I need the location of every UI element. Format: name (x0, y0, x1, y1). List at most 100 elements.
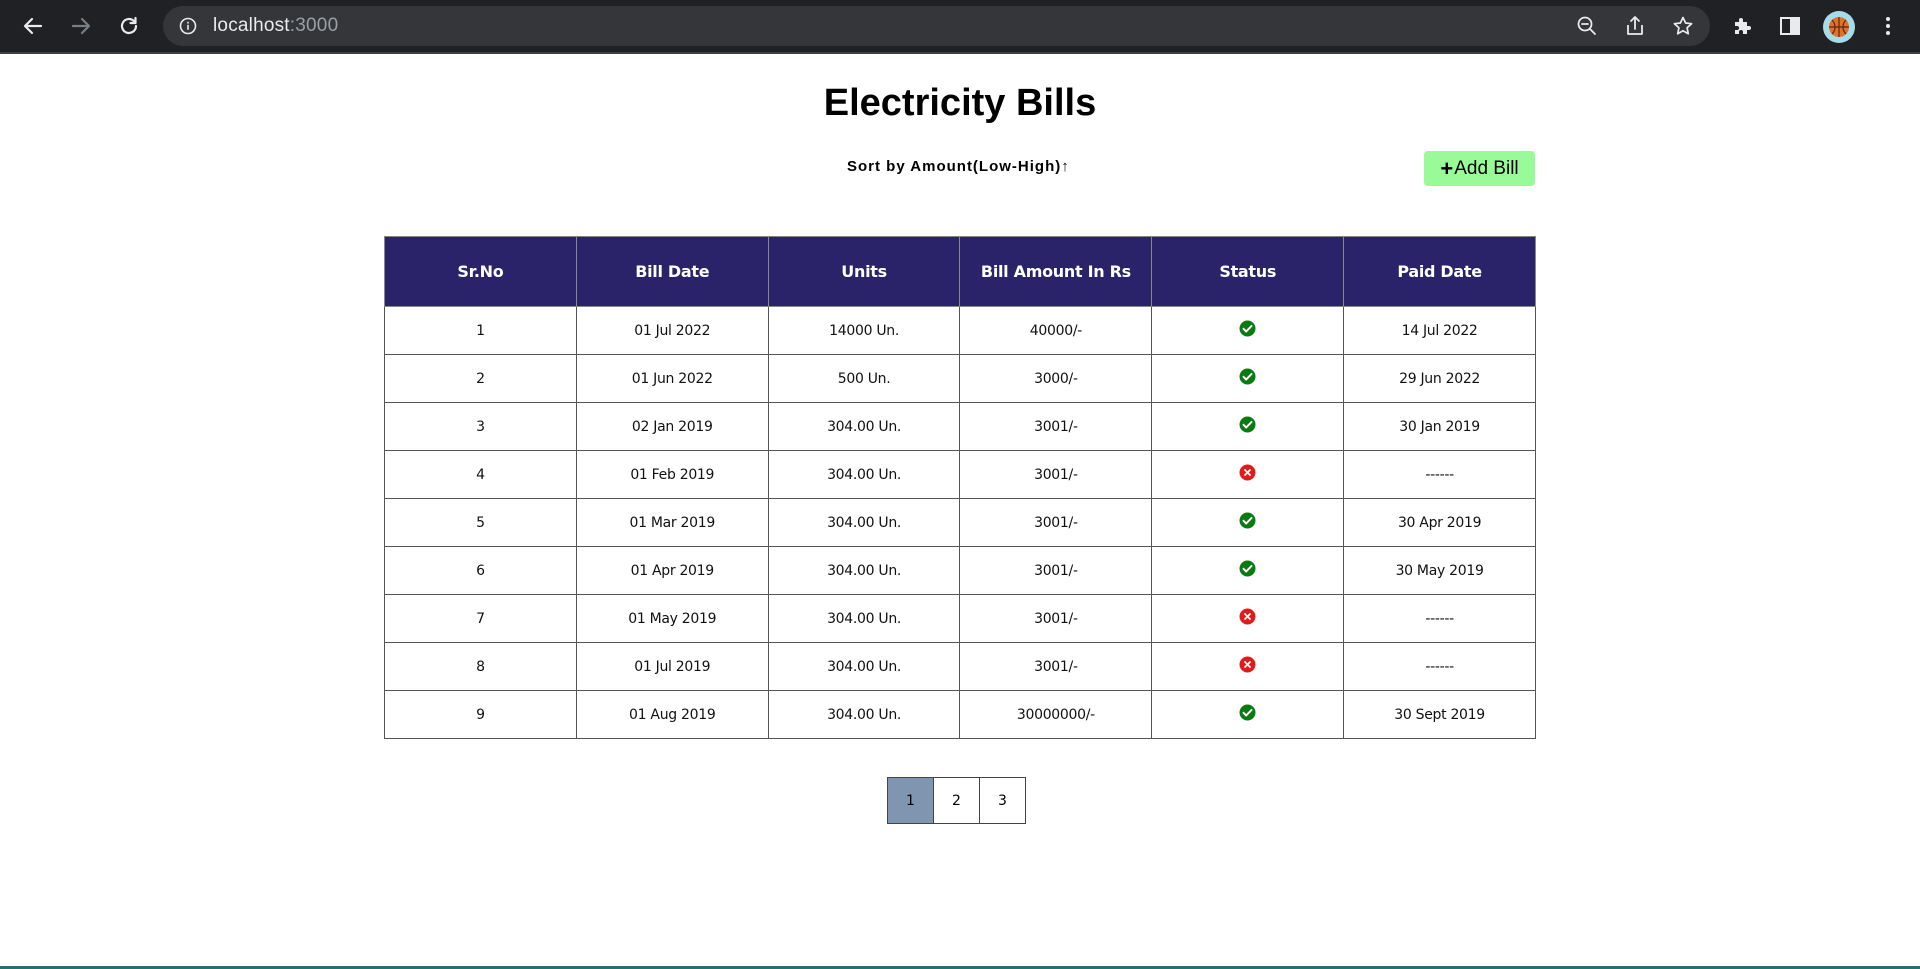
cell-bill-amount: 3001/- (959, 498, 1153, 547)
zoom-button[interactable] (1576, 15, 1598, 37)
share-button[interactable] (1624, 15, 1646, 37)
cell-units: 304.00 Un. (767, 642, 961, 691)
page-button-2[interactable]: 2 (933, 777, 980, 824)
cell-bill-amount: 30000000/- (959, 690, 1153, 739)
cell-paid-date: 30 Jan 2019 (1343, 402, 1536, 451)
table-row: 8 01 Jul 2019 304.00 Un. 3001/- ------ (384, 642, 1536, 691)
cell-bill-date: 01 May 2019 (575, 594, 769, 643)
cell-bill-amount: 3000/- (959, 354, 1153, 403)
check-circle-icon (1239, 560, 1256, 577)
arrow-left-icon (23, 17, 43, 35)
share-icon (1627, 16, 1643, 35)
cell-sr-no: 5 (384, 498, 577, 547)
cell-bill-amount: 3001/- (959, 594, 1153, 643)
bookmark-button[interactable] (1672, 15, 1694, 37)
table-row: 2 01 Jun 2022 500 Un. 3000/- 29 Jun 2022 (384, 354, 1536, 403)
cell-sr-no: 1 (384, 306, 577, 355)
check-circle-icon (1239, 368, 1256, 385)
profile-avatar[interactable] (1823, 11, 1855, 43)
header-bill-amount: Bill Amount In Rs (959, 236, 1153, 307)
cell-sr-no: 7 (384, 594, 577, 643)
more-vert-icon (1886, 17, 1890, 35)
side-panel-button[interactable] (1776, 12, 1804, 40)
check-circle-icon (1239, 416, 1256, 433)
extensions-button[interactable] (1729, 12, 1757, 40)
zoom-out-icon (1577, 16, 1596, 35)
page-button-1[interactable]: 1 (887, 777, 934, 824)
pagination: 123 (887, 777, 1026, 824)
puzzle-icon (1735, 18, 1751, 34)
cell-paid-date: 14 Jul 2022 (1343, 306, 1536, 355)
cell-paid-date: ------ (1343, 594, 1536, 643)
cell-paid-date: 30 Apr 2019 (1343, 498, 1536, 547)
header-status: Status (1151, 236, 1345, 307)
table-header-row: Sr.No Bill Date Units Bill Amount In Rs … (384, 236, 1536, 307)
cell-paid-date: ------ (1343, 642, 1536, 691)
cell-status (1151, 690, 1345, 739)
x-circle-icon (1239, 464, 1256, 481)
sort-by-amount-button[interactable]: Sort by Amount(Low-High)↑ (847, 155, 1077, 177)
arrow-right-icon (71, 17, 91, 35)
arrow-up-icon: ↑ (1061, 157, 1070, 175)
cell-bill-amount: 40000/- (959, 306, 1153, 355)
cell-units: 304.00 Un. (767, 402, 961, 451)
cell-bill-amount: 3001/- (959, 402, 1153, 451)
info-icon[interactable] (179, 17, 197, 35)
page-title: Electricity Bills (823, 82, 1097, 124)
menu-button[interactable] (1874, 12, 1902, 40)
address-bar[interactable]: localhost:3000 (163, 6, 1710, 46)
cell-units: 304.00 Un. (767, 594, 961, 643)
url-port: :3000 (289, 15, 339, 36)
cell-bill-amount: 3001/- (959, 450, 1153, 499)
basketball-icon (1829, 17, 1849, 37)
page-button-3[interactable]: 3 (979, 777, 1026, 824)
reload-icon (120, 16, 138, 35)
url-text: localhost:3000 (213, 15, 338, 37)
header-paid-date: Paid Date (1343, 236, 1536, 307)
side-panel-icon (1780, 17, 1800, 35)
browser-toolbar: localhost:3000 (0, 0, 1920, 54)
table-body: 1 01 Jul 2022 14000 Un. 40000/- 14 Jul 2022 2… (384, 306, 1536, 739)
cell-units: 304.00 Un. (767, 450, 961, 499)
sort-label: Sort by Amount(Low-High) (847, 157, 1062, 175)
forward-button[interactable] (64, 9, 98, 43)
reload-button[interactable] (112, 9, 146, 43)
cell-paid-date: 29 Jun 2022 (1343, 354, 1536, 403)
x-circle-icon (1239, 608, 1256, 625)
cell-units: 14000 Un. (767, 306, 961, 355)
bills-table: Sr.No Bill Date Units Bill Amount In Rs … (384, 236, 1536, 739)
table-row: 7 01 May 2019 304.00 Un. 3001/- ------ (384, 594, 1536, 643)
back-button[interactable] (16, 9, 50, 43)
cell-sr-no: 3 (384, 402, 577, 451)
cell-status (1151, 546, 1345, 595)
cell-bill-date: 02 Jan 2019 (575, 402, 769, 451)
table-row: 9 01 Aug 2019 304.00 Un. 30000000/- 30 Sept … (384, 690, 1536, 739)
check-circle-icon (1239, 704, 1256, 721)
add-bill-button[interactable]: + Add Bill (1424, 151, 1535, 186)
cell-sr-no: 2 (384, 354, 577, 403)
table-row: 1 01 Jul 2022 14000 Un. 40000/- 14 Jul 2022 (384, 306, 1536, 355)
cell-status (1151, 450, 1345, 499)
cell-bill-date: 01 Jul 2022 (575, 306, 769, 355)
cell-status (1151, 306, 1345, 355)
cell-paid-date: ------ (1343, 450, 1536, 499)
cell-bill-amount: 3001/- (959, 642, 1153, 691)
header-units: Units (767, 236, 961, 307)
cell-paid-date: 30 May 2019 (1343, 546, 1536, 595)
check-circle-icon (1239, 512, 1256, 529)
add-bill-label: Add Bill (1454, 157, 1519, 179)
header-bill-date: Bill Date (575, 236, 769, 307)
cell-sr-no: 6 (384, 546, 577, 595)
cell-bill-amount: 3001/- (959, 546, 1153, 595)
cell-status (1151, 402, 1345, 451)
cell-bill-date: 01 Jun 2022 (575, 354, 769, 403)
cell-units: 500 Un. (767, 354, 961, 403)
star-icon (1673, 16, 1693, 35)
x-circle-icon (1239, 656, 1256, 673)
table-row: 5 01 Mar 2019 304.00 Un. 3001/- 30 Apr 2019 (384, 498, 1536, 547)
cell-sr-no: 8 (384, 642, 577, 691)
table-row: 4 01 Feb 2019 304.00 Un. 3001/- ------ (384, 450, 1536, 499)
table-row: 6 01 Apr 2019 304.00 Un. 3001/- 30 May 2019 (384, 546, 1536, 595)
cell-sr-no: 9 (384, 690, 577, 739)
check-circle-icon (1239, 320, 1256, 337)
